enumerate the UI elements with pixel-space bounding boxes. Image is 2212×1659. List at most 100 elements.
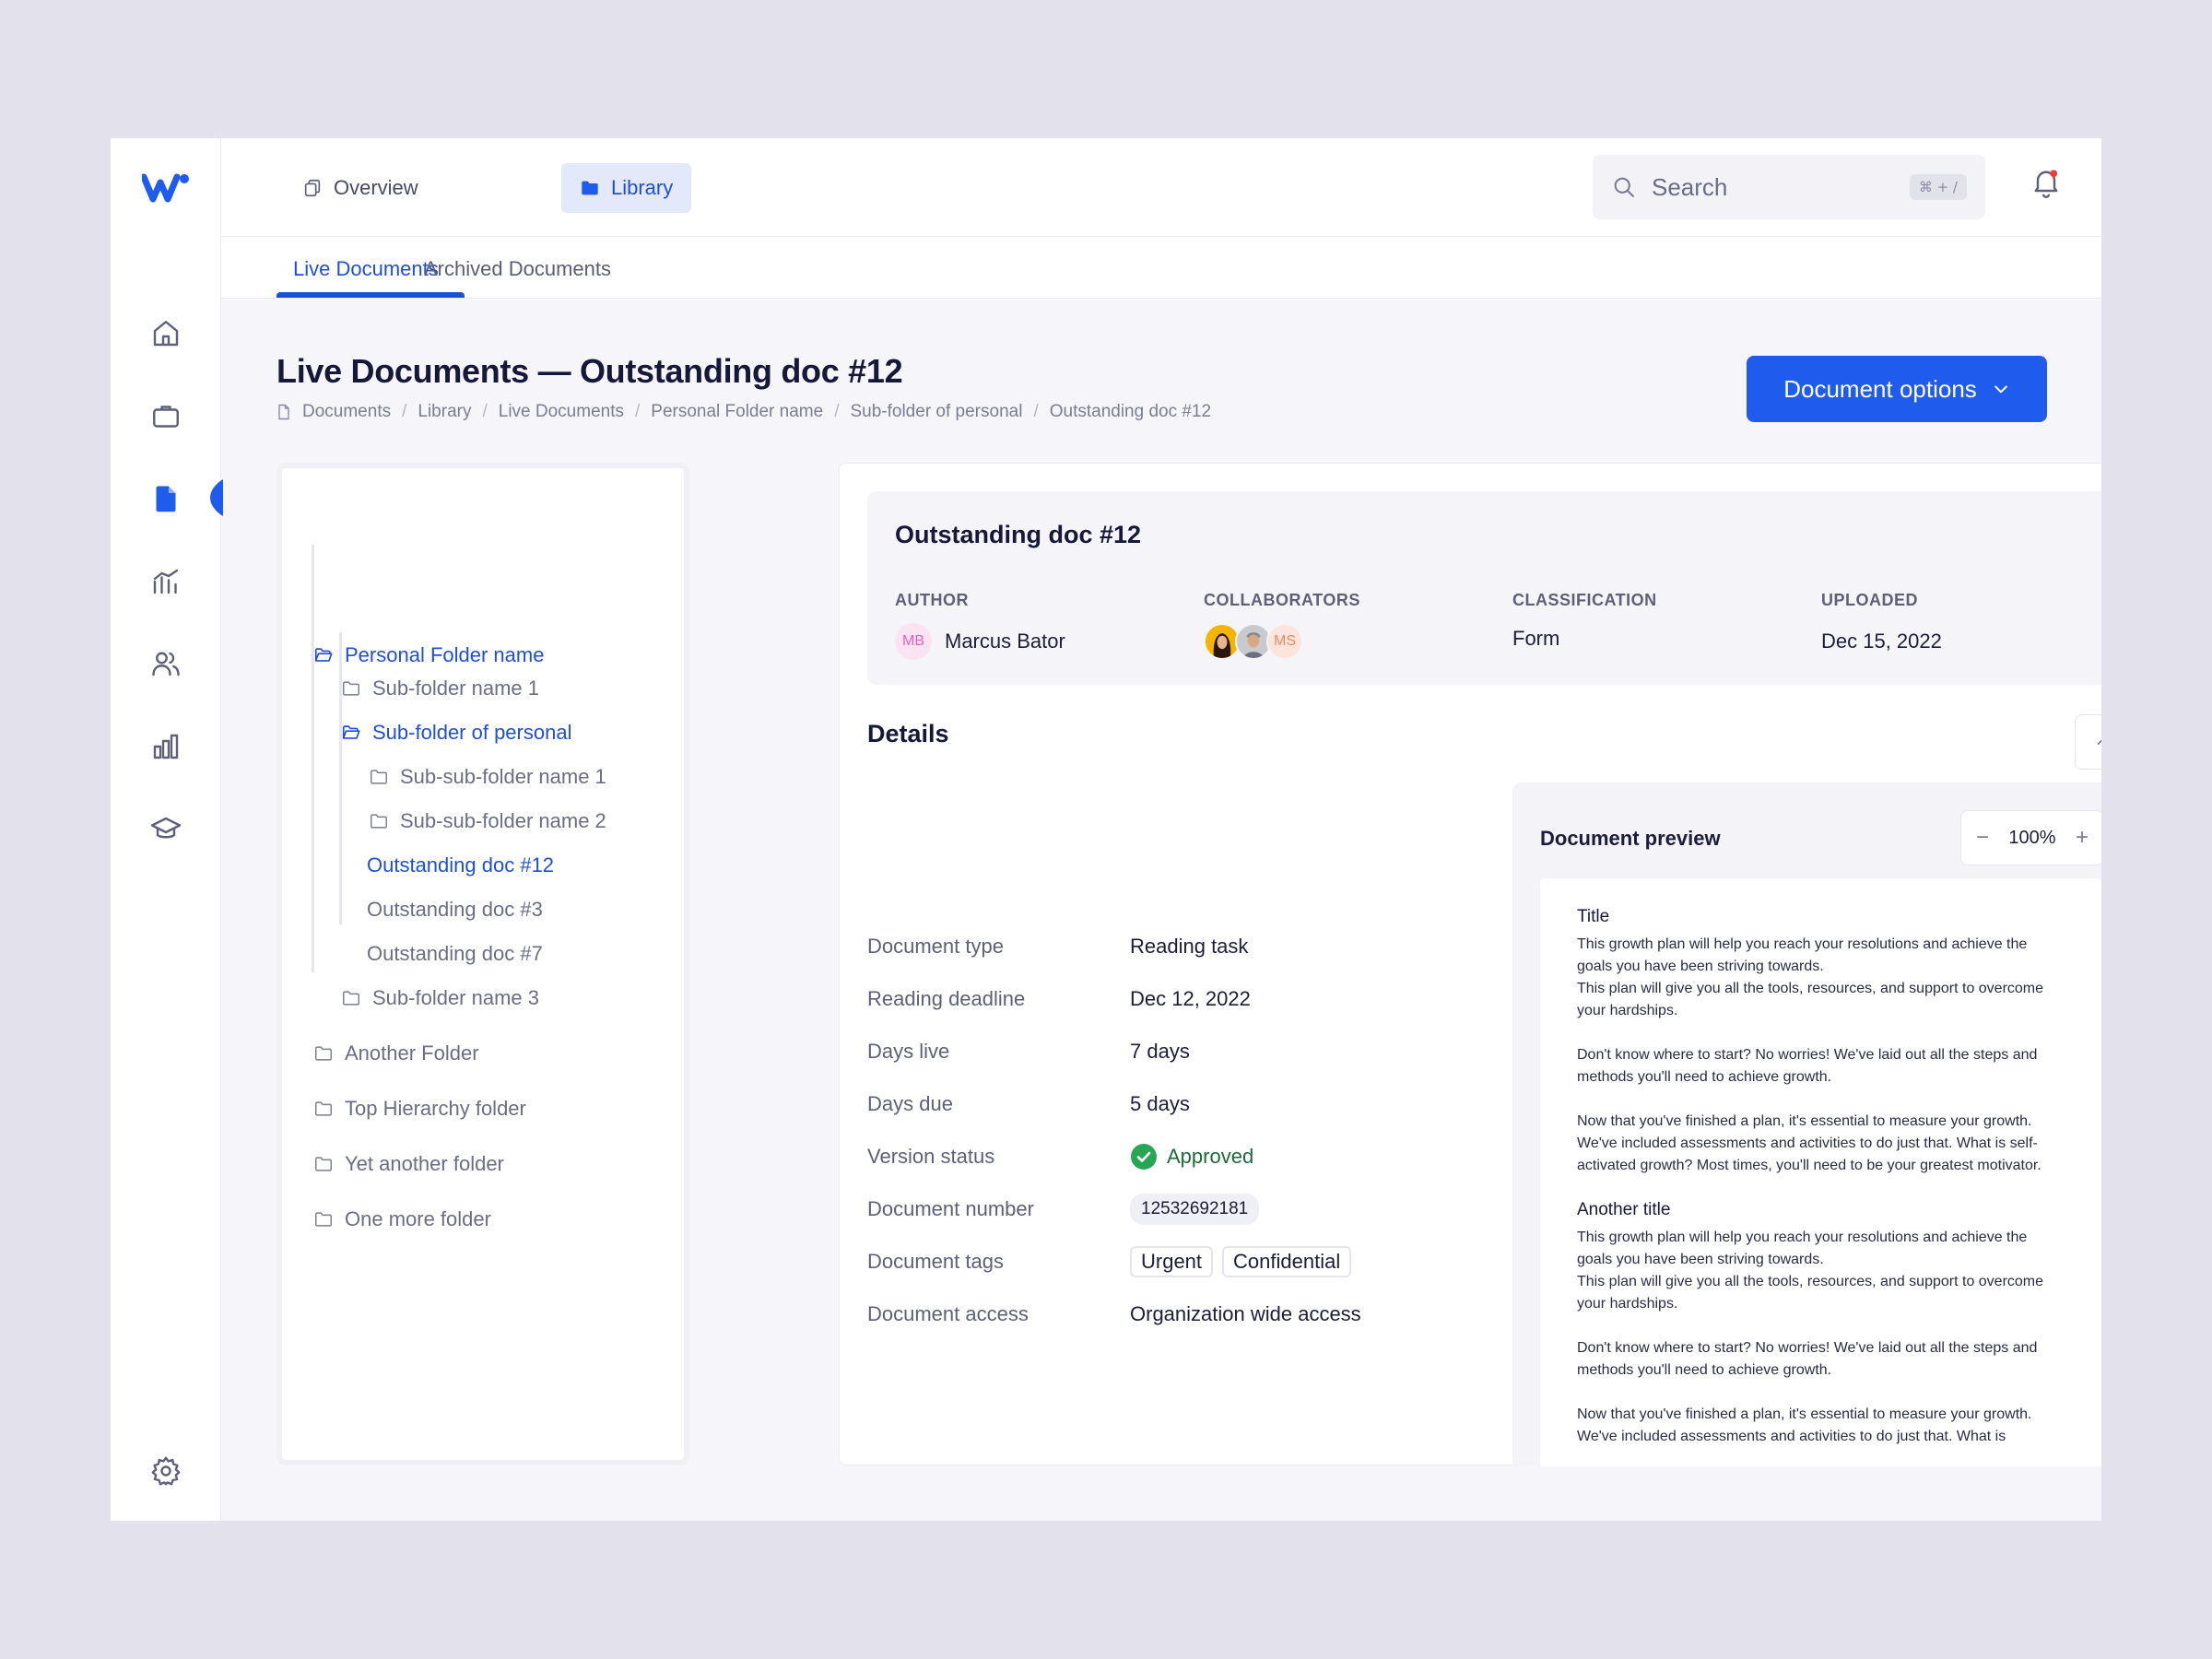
collaborators-field: COLLABORATORS MS (1204, 591, 1360, 660)
detail-row-document-type: Document type Reading task (867, 928, 1248, 965)
breadcrumb-documents[interactable]: Documents (302, 402, 391, 422)
document-number-badge: 12532692181 (1130, 1194, 1260, 1225)
collaborator-avatars[interactable]: MS (1204, 623, 1303, 660)
tree-doc-7[interactable]: Outstanding doc #7 (367, 942, 543, 966)
brand-logo[interactable] (142, 171, 190, 203)
preview-text: This plan will give you all the tools, r… (1577, 1274, 2044, 1312)
page-title: Live Documents — Outstanding doc #12 (276, 352, 903, 390)
tab-overview-label: Overview (334, 176, 418, 199)
graduation-cap-icon[interactable] (147, 810, 185, 849)
breadcrumb-library[interactable]: Library (418, 402, 471, 422)
breadcrumb-live-documents[interactable]: Live Documents (499, 402, 624, 422)
tree-folder-subsub2[interactable]: Sub-sub-folder name 2 (369, 809, 606, 833)
bar-chart-icon[interactable] (147, 727, 185, 766)
tree-folder-top[interactable]: Top Hierarchy folder (313, 1097, 526, 1121)
folder-icon (315, 1046, 332, 1061)
detail-label: Document type (867, 935, 1004, 958)
tag-confidential[interactable]: Confidential (1222, 1246, 1352, 1277)
search-input[interactable]: Search ⌘ + / (1593, 155, 1985, 219)
tab-library[interactable]: Library (561, 163, 692, 213)
tree-folder-subsub1[interactable]: Sub-sub-folder name 1 (369, 765, 606, 789)
subtab-bar: Live Documents Archived Documents (221, 237, 2101, 299)
folder-icon (343, 991, 359, 1006)
tree-folder-yet-another[interactable]: Yet another folder (313, 1152, 504, 1176)
tree-label: Yet another folder (345, 1152, 504, 1175)
document-icon[interactable] (147, 479, 185, 518)
tag-urgent[interactable]: Urgent (1130, 1246, 1214, 1277)
breadcrumb-current-doc: Outstanding doc #12 (1049, 402, 1212, 421)
detail-value: 7 days (1130, 1040, 1190, 1063)
tree-folder-personal[interactable]: Personal Folder name (313, 643, 544, 667)
preview-page[interactable]: Title This growth plan will help you rea… (1540, 878, 2101, 1466)
document-meta-card: Outstanding doc #12 AUTHOR MB Marcus Bat… (867, 491, 2101, 685)
details-heading: Details (867, 720, 949, 747)
document-preview-panel: Document preview − 100% + Title This gro… (1512, 782, 2101, 1466)
breadcrumb-sub-folder[interactable]: Sub-folder of personal (850, 402, 1022, 422)
folder-icon (315, 1101, 332, 1116)
tree-folder-sub1[interactable]: Sub-folder name 1 (341, 677, 539, 700)
check-circle-icon (1131, 1144, 1157, 1170)
tree-label: Outstanding doc #12 (367, 853, 555, 877)
uploaded-label: UPLOADED (1821, 591, 1919, 609)
home-icon[interactable] (147, 314, 185, 353)
preview-paragraph: This growth plan will help you reach you… (1577, 1227, 2065, 1315)
search-placeholder: Search (1652, 172, 1728, 201)
tree-doc-3[interactable]: Outstanding doc #3 (367, 898, 543, 922)
collapse-details-button[interactable] (2075, 714, 2101, 770)
folder-icon (371, 770, 387, 784)
tab-live-documents[interactable]: Live Documents (293, 257, 439, 281)
tree-folder-one-more[interactable]: One more folder (313, 1207, 491, 1231)
tree-folder-sub-personal[interactable]: Sub-folder of personal (341, 721, 571, 745)
status-badge: Approved (1130, 1143, 1253, 1171)
tree-label: Sub-sub-folder name 2 (400, 809, 606, 832)
tab-library-label: Library (611, 176, 674, 199)
tab-overview[interactable]: Overview (284, 163, 437, 213)
document-preview-title: Document preview (1540, 827, 1721, 850)
detail-label: Document tags (867, 1250, 1004, 1273)
breadcrumb-personal-folder[interactable]: Personal Folder name (651, 402, 823, 422)
folder-icon (371, 814, 387, 829)
folder-open-icon (314, 648, 333, 662)
settings-icon[interactable] (147, 1452, 185, 1490)
folder-icon (343, 681, 359, 696)
preview-text: This growth plan will help you reach you… (1577, 936, 2028, 974)
chart-tree-icon[interactable] (147, 562, 185, 601)
document-options-button[interactable]: Document options (1747, 356, 2047, 422)
preview-paragraph: Don't know where to start? No worries! W… (1577, 1047, 2038, 1085)
tree-folder-sub3[interactable]: Sub-folder name 3 (341, 986, 539, 1010)
active-nav-marker (210, 479, 223, 516)
tree-label: Sub-sub-folder name 1 (400, 765, 606, 788)
author-name[interactable]: Marcus Bator (945, 629, 1065, 653)
users-icon[interactable] (147, 644, 185, 683)
bell-icon[interactable] (2030, 166, 2072, 208)
top-bar: Overview Library Search ⌘ + / (221, 138, 2101, 237)
detail-label: Days live (867, 1040, 950, 1063)
briefcase-icon[interactable] (147, 397, 185, 436)
breadcrumb-separator: / (1033, 402, 1039, 421)
zoom-control: − 100% + (1960, 810, 2101, 865)
avatar: MS (1266, 623, 1303, 660)
detail-value: Dec 12, 2022 (1130, 987, 1251, 1010)
detail-label: Version status (867, 1145, 995, 1168)
tree-label: Top Hierarchy folder (345, 1097, 526, 1120)
breadcrumb-separator: / (834, 402, 840, 421)
tree-label: Sub-folder name 1 (372, 677, 539, 700)
uploaded-field: UPLOADED Dec 15, 2022 (1821, 591, 1942, 660)
tree-label: Sub-folder of personal (372, 721, 572, 744)
tree-label: Another Folder (345, 1041, 479, 1065)
tree-label: Personal Folder name (345, 643, 545, 666)
chevron-down-icon (1994, 385, 2007, 394)
zoom-in-button[interactable]: + (2076, 825, 2088, 851)
tree-guide-line (312, 545, 314, 972)
preview-paragraph: Now that you've finished a plan, it's es… (1577, 1406, 2032, 1444)
detail-row-document-number: Document number 12532692181 (867, 1191, 1260, 1228)
tree-label: Outstanding doc #7 (367, 942, 543, 965)
zoom-out-button[interactable]: − (1976, 825, 1989, 851)
tree-folder-another[interactable]: Another Folder (313, 1041, 479, 1065)
tree-doc-12[interactable]: Outstanding doc #12 (367, 853, 554, 877)
detail-label: Document access (867, 1302, 1029, 1325)
pages-icon (304, 179, 321, 197)
detail-row-document-access: Document access Organization wide access (867, 1296, 1361, 1333)
detail-label: Document number (867, 1197, 1034, 1220)
tab-archived-documents[interactable]: Archived Documents (424, 257, 611, 281)
